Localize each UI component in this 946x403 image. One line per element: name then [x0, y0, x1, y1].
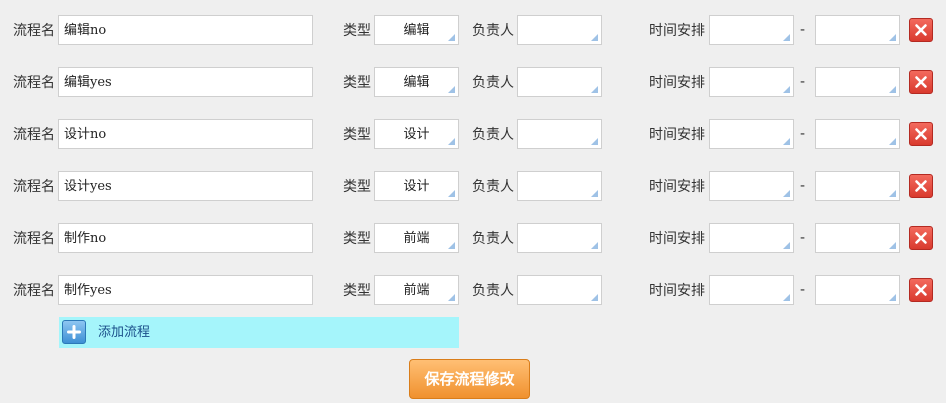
- schedule-end-field[interactable]: [815, 119, 900, 149]
- owner-field[interactable]: [517, 119, 602, 149]
- owner-label: 负责人: [472, 75, 514, 91]
- schedule-label: 时间安排: [649, 23, 705, 39]
- delete-flow-button[interactable]: [909, 18, 933, 42]
- owner-label: 负责人: [472, 179, 514, 195]
- flow-name-input[interactable]: 制作no: [58, 223, 313, 253]
- owner-field[interactable]: [517, 223, 602, 253]
- schedule-start-field[interactable]: [709, 171, 794, 201]
- schedule-end-field[interactable]: [815, 67, 900, 97]
- owner-label: 负责人: [472, 23, 514, 39]
- flow-row: 流程名 编辑no 类型 编辑 负责人 时间安排 -: [0, 15, 946, 47]
- flow-name-input[interactable]: 编辑no: [58, 15, 313, 45]
- owner-field[interactable]: [517, 67, 602, 97]
- flow-name-label: 流程名: [13, 75, 55, 91]
- range-separator: -: [800, 230, 806, 246]
- delete-flow-button[interactable]: [909, 226, 933, 250]
- owner-field[interactable]: [517, 275, 602, 305]
- range-separator: -: [800, 74, 806, 90]
- flow-name-input[interactable]: 编辑yes: [58, 67, 313, 97]
- range-separator: -: [800, 178, 806, 194]
- schedule-start-field[interactable]: [709, 223, 794, 253]
- flow-row: 流程名 制作yes 类型 前端 负责人 时间安排 -: [0, 275, 946, 307]
- type-select[interactable]: 前端: [374, 275, 459, 305]
- type-select[interactable]: 编辑: [374, 15, 459, 45]
- flow-name-label: 流程名: [13, 23, 55, 39]
- type-label: 类型: [343, 179, 371, 195]
- type-select[interactable]: 设计: [374, 171, 459, 201]
- flow-row: 流程名 设计no 类型 设计 负责人 时间安排 -: [0, 119, 946, 151]
- type-label: 类型: [343, 75, 371, 91]
- schedule-end-field[interactable]: [815, 15, 900, 45]
- schedule-start-field[interactable]: [709, 275, 794, 305]
- flow-row: 流程名 编辑yes 类型 编辑 负责人 时间安排 -: [0, 67, 946, 99]
- plus-icon: [62, 320, 86, 344]
- owner-label: 负责人: [472, 127, 514, 143]
- flow-name-label: 流程名: [13, 127, 55, 143]
- flow-name-input[interactable]: 设计no: [58, 119, 313, 149]
- flow-name-label: 流程名: [13, 283, 55, 299]
- schedule-label: 时间安排: [649, 231, 705, 247]
- type-select[interactable]: 编辑: [374, 67, 459, 97]
- flow-name-input[interactable]: 设计yes: [58, 171, 313, 201]
- schedule-start-field[interactable]: [709, 67, 794, 97]
- type-select[interactable]: 设计: [374, 119, 459, 149]
- owner-field[interactable]: [517, 171, 602, 201]
- flow-name-label: 流程名: [13, 179, 55, 195]
- flow-row: 流程名 设计yes 类型 设计 负责人 时间安排 -: [0, 171, 946, 203]
- owner-label: 负责人: [472, 283, 514, 299]
- type-label: 类型: [343, 231, 371, 247]
- schedule-label: 时间安排: [649, 283, 705, 299]
- range-separator: -: [800, 126, 806, 142]
- delete-flow-button[interactable]: [909, 70, 933, 94]
- delete-flow-button[interactable]: [909, 278, 933, 302]
- type-label: 类型: [343, 283, 371, 299]
- delete-flow-button[interactable]: [909, 174, 933, 198]
- schedule-start-field[interactable]: [709, 119, 794, 149]
- schedule-label: 时间安排: [649, 127, 705, 143]
- range-separator: -: [800, 22, 806, 38]
- flow-name-input[interactable]: 制作yes: [58, 275, 313, 305]
- schedule-start-field[interactable]: [709, 15, 794, 45]
- schedule-label: 时间安排: [649, 179, 705, 195]
- type-label: 类型: [343, 23, 371, 39]
- schedule-end-field[interactable]: [815, 171, 900, 201]
- owner-label: 负责人: [472, 231, 514, 247]
- add-flow-label: 添加流程: [98, 325, 151, 340]
- range-separator: -: [800, 282, 806, 298]
- flow-row: 流程名 制作no 类型 前端 负责人 时间安排 -: [0, 223, 946, 255]
- delete-flow-button[interactable]: [909, 122, 933, 146]
- schedule-end-field[interactable]: [815, 223, 900, 253]
- schedule-end-field[interactable]: [815, 275, 900, 305]
- schedule-label: 时间安排: [649, 75, 705, 91]
- save-flow-changes-button[interactable]: 保存流程修改: [409, 359, 530, 399]
- type-label: 类型: [343, 127, 371, 143]
- flow-name-label: 流程名: [13, 231, 55, 247]
- type-select[interactable]: 前端: [374, 223, 459, 253]
- owner-field[interactable]: [517, 15, 602, 45]
- add-flow-button[interactable]: 添加流程: [59, 317, 459, 348]
